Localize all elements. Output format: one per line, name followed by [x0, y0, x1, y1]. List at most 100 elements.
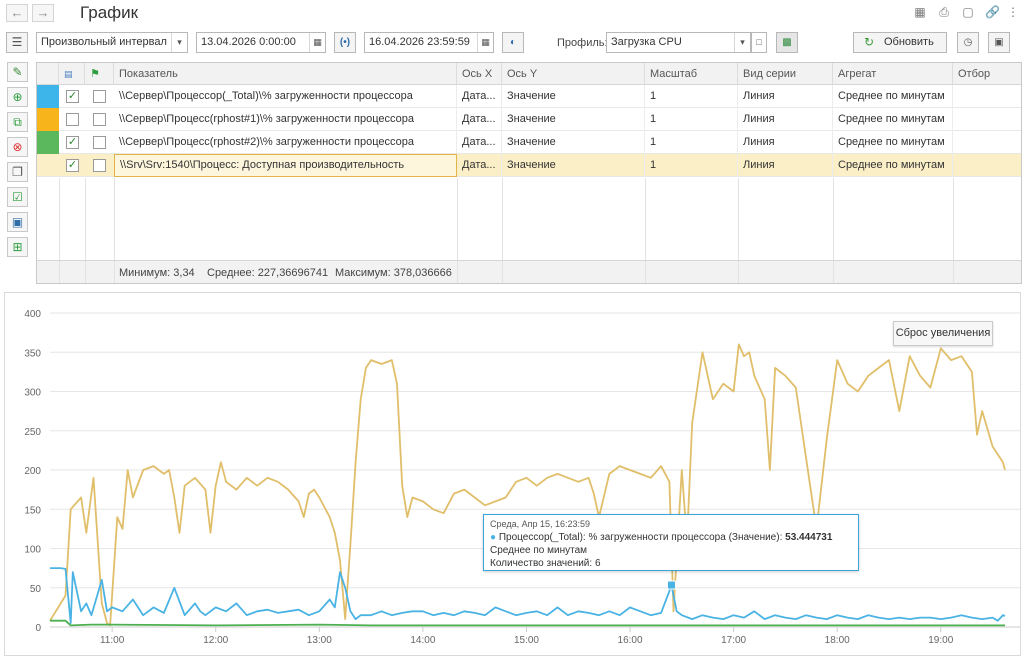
cell-scale[interactable]: 1 [645, 108, 738, 131]
cell-series-type[interactable]: Линия [738, 85, 833, 108]
footer-avg: Среднее: 227,36696741 [207, 267, 329, 279]
save-icon[interactable]: ▦ [913, 5, 927, 19]
add-copy-icon[interactable]: ⧉ [7, 112, 28, 132]
forward-arrow-icon[interactable]: → [32, 4, 54, 22]
series-line-2[interactable] [50, 619, 1005, 627]
flag-checkbox[interactable] [93, 159, 106, 172]
preview-icon[interactable]: ▢ [961, 5, 975, 19]
cell-scale[interactable]: 1 [645, 131, 738, 154]
chart-area[interactable]: 0 50 100 150 200 250 300 350 400 11:00 12:00 13:00 1… [4, 292, 1021, 656]
cell-y-axis[interactable]: Значение [502, 131, 645, 154]
column-header-filter[interactable]: Отбор [953, 63, 1021, 85]
copy-icon[interactable]: ❐ [7, 162, 28, 182]
add-row-icon[interactable]: ⊞ [7, 237, 28, 257]
date-to-field[interactable]: 16.04.2026 23:59:59 ▦ [364, 32, 494, 53]
period-toggle-icon[interactable]: (•) [334, 32, 356, 53]
chevron-down-icon[interactable]: ▾ [171, 33, 187, 52]
cell-aggregate[interactable]: Среднее по минутам [833, 85, 953, 108]
y-tick-label: 200 [24, 466, 41, 477]
refresh-button[interactable]: ↻ Обновить [853, 32, 947, 53]
cell-y-axis[interactable]: Значение [502, 108, 645, 131]
profile-select[interactable]: Загрузка CPU ▾ [606, 32, 751, 53]
visible-checkbox[interactable] [66, 113, 79, 126]
y-tick-label: 0 [35, 623, 41, 634]
date-from-field[interactable]: 13.04.2026 0:00:00 ▦ [196, 32, 326, 53]
cell-x-axis[interactable]: Дата... [457, 131, 502, 154]
line-chart[interactable]: 0 50 100 150 200 250 300 350 400 11:00 12:00 13:00 1… [5, 293, 1022, 657]
series-dot-icon: ● [490, 532, 497, 543]
delete-icon[interactable]: ⊗ [7, 137, 28, 157]
cell-filter[interactable] [953, 131, 1021, 154]
series-line-1[interactable] [50, 567, 1006, 625]
visible-checkbox[interactable]: ✓ [66, 159, 79, 172]
cell-y-axis[interactable]: Значение [502, 154, 645, 177]
column-header-aggregate[interactable]: Агрегат [833, 63, 953, 85]
check-all-icon[interactable]: ☑ [7, 187, 28, 207]
column-header-y-axis[interactable]: Ось Y [502, 63, 645, 85]
cell-x-axis[interactable]: Дата... [457, 108, 502, 131]
history-icon[interactable]: ◷ [957, 32, 979, 53]
cell-x-axis[interactable]: Дата... [457, 154, 502, 177]
series-color-swatch[interactable] [37, 85, 59, 108]
footer-min: Минимум: 3,34 [119, 267, 195, 279]
series-color-swatch[interactable] [37, 108, 59, 131]
cell-series-type[interactable]: Линия [738, 108, 833, 131]
y-tick-label: 250 [24, 427, 41, 438]
cell-filter[interactable] [953, 108, 1021, 131]
cell-filter[interactable] [953, 85, 1021, 108]
print-icon[interactable]: ⎙ [937, 5, 951, 19]
add-icon[interactable]: ⊕ [7, 87, 28, 107]
menu-icon[interactable]: ☰ [6, 32, 28, 53]
column-header-series-type[interactable]: Вид серии [738, 63, 833, 85]
table-row[interactable]: ✓ \\Сервер\Процессор(_Total)\% загруженно… [37, 85, 1021, 108]
cell-indicator[interactable]: \\Сервер\Процесс(rphost#1)\% загруженнос… [114, 108, 457, 131]
calendar-icon[interactable]: ▦ [309, 33, 325, 52]
reset-zoom-button[interactable]: Сброс увеличения [893, 321, 993, 346]
edit-icon[interactable]: ✎ [7, 62, 28, 82]
y-tick-label: 150 [24, 505, 41, 516]
cell-indicator[interactable]: \\Сервер\Процессор(_Total)\% загруженнос… [114, 85, 457, 108]
interval-mode-select[interactable]: Произвольный интервал ▾ [36, 32, 188, 53]
column-header-indicator[interactable]: Показатель [114, 63, 457, 85]
series-color-swatch[interactable] [37, 131, 59, 154]
cell-x-axis[interactable]: Дата... [457, 85, 502, 108]
y-tick-label: 350 [24, 348, 41, 359]
settings-panel-icon[interactable]: ▣ [988, 32, 1010, 53]
visible-checkbox[interactable]: ✓ [66, 136, 79, 149]
calendar-icon[interactable]: ▦ [477, 33, 493, 52]
cell-series-type[interactable]: Линия [738, 154, 833, 177]
tooltip-aggregate: Среднее по минутам [490, 545, 588, 556]
table-row[interactable]: \\Сервер\Процесс(rphost#1)\% загруженнос… [37, 108, 1021, 131]
column-header-x-axis[interactable]: Ось X [457, 63, 502, 85]
tooltip-count: Количество значений: 6 [490, 558, 601, 569]
series-line-0[interactable] [49, 343, 1006, 627]
cell-series-type[interactable]: Линия [738, 131, 833, 154]
flag-checkbox[interactable] [93, 136, 106, 149]
more-icon[interactable]: ⋮ [1006, 5, 1020, 19]
cell-indicator[interactable]: \\Сервер\Процесс(rphost#2)\% загруженнос… [114, 131, 457, 154]
open-icon[interactable]: □ [751, 32, 767, 53]
column-header-scale[interactable]: Масштаб [645, 63, 738, 85]
x-tick-label: 13:00 [307, 635, 332, 646]
cell-scale[interactable]: 1 [645, 154, 738, 177]
table-row[interactable]: ✓ \\Сервер\Процесс(rphost#2)\% загруженно… [37, 131, 1021, 154]
save-disk-icon[interactable]: ▣ [7, 212, 28, 232]
pie-settings-icon[interactable]: ◐ [502, 32, 524, 53]
cell-filter[interactable] [953, 154, 1021, 177]
cell-scale[interactable]: 1 [645, 85, 738, 108]
cell-indicator[interactable]: \\Srv\Srv:1540\Процесс: Доступная произв… [114, 154, 457, 177]
refresh-icon: ↻ [864, 35, 875, 49]
cell-aggregate[interactable]: Среднее по минутам [833, 108, 953, 131]
link-icon[interactable]: 🔗 [985, 5, 1000, 19]
cell-aggregate[interactable]: Среднее по минутам [833, 131, 953, 154]
save-profile-icon[interactable]: ▩ [776, 32, 798, 53]
cell-y-axis[interactable]: Значение [502, 85, 645, 108]
cell-aggregate[interactable]: Среднее по минутам [833, 154, 953, 177]
flag-checkbox[interactable] [93, 113, 106, 126]
chevron-down-icon[interactable]: ▾ [734, 33, 750, 52]
flag-checkbox[interactable] [93, 90, 106, 103]
table-row[interactable]: ✓ \\Srv\Srv:1540\Процесс: Доступная произ… [37, 154, 1021, 177]
back-arrow-icon[interactable]: ← [6, 4, 28, 22]
visible-checkbox[interactable]: ✓ [66, 90, 79, 103]
series-color-swatch[interactable] [37, 154, 59, 177]
